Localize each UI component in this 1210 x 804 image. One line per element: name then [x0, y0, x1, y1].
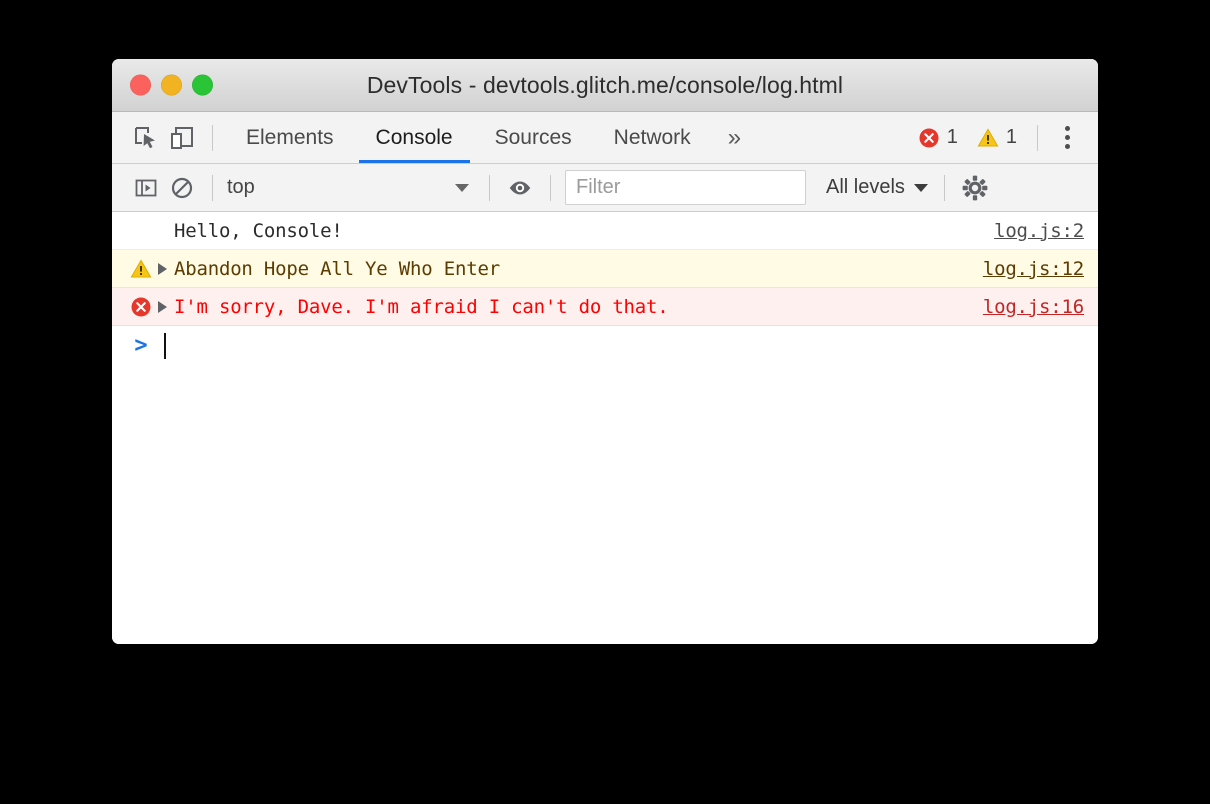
- warning-counter[interactable]: 1: [971, 126, 1023, 149]
- issue-counters[interactable]: 1 1: [912, 126, 1023, 149]
- console-message-text: I'm sorry, Dave. I'm afraid I can't do t…: [174, 295, 669, 318]
- console-source-link[interactable]: log.js:2: [994, 220, 1084, 242]
- filterbar-divider-4: [943, 174, 945, 201]
- more-tabs-button[interactable]: »: [712, 112, 757, 163]
- console-filterbar: top Filter All levels: [112, 164, 1098, 212]
- execution-context-value: top: [227, 176, 255, 198]
- zoom-window-button[interactable]: [192, 74, 213, 96]
- text-caret: [164, 333, 166, 359]
- expand-arrow-icon[interactable]: [158, 300, 174, 313]
- warning-count: 1: [1005, 126, 1017, 148]
- devtools-tabbar: Elements Console Sources Network » 1 1: [112, 112, 1098, 164]
- tab-network[interactable]: Network: [593, 112, 712, 163]
- tab-elements[interactable]: Elements: [225, 112, 355, 163]
- window-titlebar: DevTools - devtools.glitch.me/console/lo…: [112, 59, 1098, 112]
- device-toolbar-icon[interactable]: [164, 120, 200, 156]
- error-counter[interactable]: 1: [912, 126, 964, 149]
- chevron-down-icon: [913, 183, 928, 192]
- clear-console-icon[interactable]: [164, 170, 200, 206]
- console-message-list: Hello, Console! log.js:2 Abandon Hope Al…: [112, 212, 1098, 644]
- console-message-text: Hello, Console!: [174, 219, 343, 242]
- tabbar-divider: [1037, 124, 1038, 151]
- console-message-log[interactable]: Hello, Console! log.js:2: [112, 212, 1098, 250]
- minimize-window-button[interactable]: [161, 74, 182, 96]
- inspect-element-icon[interactable]: [128, 120, 164, 156]
- log-levels-select[interactable]: All levels: [822, 176, 932, 199]
- prompt-chevron-icon: >: [124, 335, 158, 357]
- prompt-symbol: >: [134, 333, 148, 358]
- tab-console[interactable]: Console: [355, 112, 474, 163]
- window-title: DevTools - devtools.glitch.me/console/lo…: [366, 71, 844, 98]
- tab-sources[interactable]: Sources: [474, 112, 593, 163]
- filter-input[interactable]: Filter: [565, 170, 806, 205]
- live-expression-eye-icon[interactable]: [502, 170, 538, 206]
- console-sidebar-icon[interactable]: [128, 170, 164, 206]
- error-count: 1: [946, 126, 958, 148]
- filterbar-divider-2: [489, 174, 490, 201]
- filterbar-divider-1: [212, 174, 213, 201]
- filter-placeholder: Filter: [576, 176, 621, 198]
- filterbar-divider-3: [550, 174, 551, 201]
- toolbar-divider: [212, 124, 213, 151]
- devtools-window: DevTools - devtools.glitch.me/console/lo…: [112, 59, 1098, 644]
- console-source-link[interactable]: log.js:16: [983, 296, 1084, 318]
- settings-gear-icon[interactable]: [957, 170, 993, 206]
- log-levels-value: All levels: [826, 176, 905, 198]
- console-message-warning[interactable]: Abandon Hope All Ye Who Enter log.js:12: [112, 250, 1098, 288]
- warning-triangle-icon: [977, 127, 999, 149]
- console-source-link[interactable]: log.js:12: [983, 258, 1084, 280]
- panel-tabs: Elements Console Sources Network »: [225, 112, 757, 163]
- expand-arrow-icon[interactable]: [158, 262, 174, 275]
- error-circle-icon: [918, 127, 940, 149]
- console-message-error[interactable]: I'm sorry, Dave. I'm afraid I can't do t…: [112, 288, 1098, 326]
- close-window-button[interactable]: [130, 74, 151, 96]
- error-circle-icon: [124, 296, 158, 318]
- more-vertical-icon[interactable]: [1050, 121, 1084, 155]
- console-prompt-row[interactable]: >: [112, 326, 1098, 366]
- chevron-down-icon: [455, 183, 469, 192]
- tabbar-right-group: 1 1: [912, 121, 1084, 155]
- execution-context-select[interactable]: top: [225, 173, 477, 203]
- warning-triangle-icon: [124, 258, 158, 280]
- console-message-text: Abandon Hope All Ye Who Enter: [174, 257, 500, 280]
- traffic-lights: [130, 74, 213, 96]
